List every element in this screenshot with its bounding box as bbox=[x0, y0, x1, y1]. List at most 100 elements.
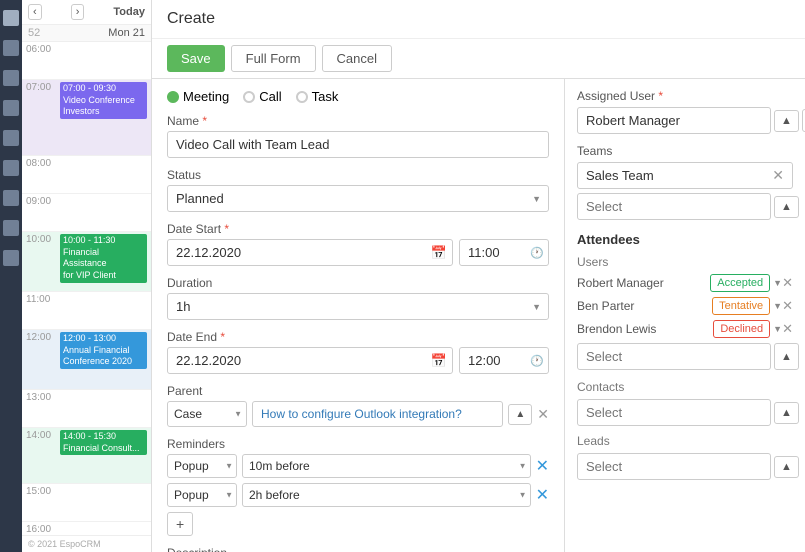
sidebar-icon-dots[interactable] bbox=[3, 250, 19, 266]
time-label-1400: 14:00 bbox=[26, 430, 58, 441]
sidebar-icon-menu[interactable] bbox=[3, 10, 19, 26]
attendees-section: Attendees Users Robert Manager Accepted … bbox=[577, 232, 793, 370]
date-end-label: Date End * bbox=[167, 330, 549, 344]
contacts-select-input[interactable] bbox=[577, 399, 771, 426]
teams-select-row: ▲ bbox=[577, 193, 793, 220]
sidebar-icon-tag[interactable] bbox=[3, 70, 19, 86]
calendar-header: ‹ › Today bbox=[22, 0, 151, 25]
radio-task[interactable]: Task bbox=[296, 89, 339, 104]
calendar-today-button[interactable]: Today bbox=[113, 6, 145, 18]
status-select[interactable]: Planned Held Not Held bbox=[167, 185, 549, 212]
sidebar-icon-mail[interactable] bbox=[3, 160, 19, 176]
attendee-remove-button-0[interactable]: ✕ bbox=[782, 275, 793, 291]
attendee-row-1: Ben Parter Tentative ▼ ✕ bbox=[577, 297, 793, 315]
attendee-remove-button-1[interactable]: ✕ bbox=[782, 298, 793, 314]
reminder-remove-button-1[interactable]: ✕ bbox=[536, 485, 549, 505]
sidebar-icon-grid[interactable] bbox=[3, 40, 19, 56]
reminder-time-select-1[interactable]: 5m before 10m before 15m before 30m befo… bbox=[242, 483, 531, 507]
sidebar-icon-dollar[interactable] bbox=[3, 130, 19, 146]
time-label-1300: 13:00 bbox=[26, 392, 58, 403]
teams-expand-button[interactable]: ▲ bbox=[774, 196, 799, 218]
attendee-row-2: Brendon Lewis Declined ▼ ✕ bbox=[577, 320, 793, 338]
status-chevron-2[interactable]: ▼ bbox=[773, 324, 782, 334]
save-button[interactable]: Save bbox=[167, 45, 225, 72]
teams-section: Teams Sales Team ✕ ▲ bbox=[577, 144, 793, 220]
clock-end-icon[interactable]: 🕐 bbox=[530, 354, 544, 367]
status-chevron-1[interactable]: ▼ bbox=[773, 301, 782, 311]
status-chevron-0[interactable]: ▼ bbox=[773, 278, 782, 288]
reminder-type-wrap-0: Popup Email bbox=[167, 454, 237, 478]
reminder-time-select-0[interactable]: 5m before 10m before 15m before 30m befo… bbox=[242, 454, 531, 478]
cal-time-row: 06:00 bbox=[22, 42, 151, 80]
attendee-remove-button-2[interactable]: ✕ bbox=[782, 321, 793, 337]
radio-group: Meeting Call Task bbox=[167, 89, 549, 104]
calendar-week-num: 52 bbox=[28, 27, 40, 39]
name-input[interactable] bbox=[167, 131, 549, 158]
sidebar-icon-bar-chart[interactable] bbox=[3, 220, 19, 236]
reminder-remove-button-0[interactable]: ✕ bbox=[536, 456, 549, 476]
contacts-sub-label: Contacts bbox=[577, 380, 793, 394]
assigned-user-expand-button[interactable]: ▲ bbox=[774, 110, 799, 132]
radio-dot-meeting bbox=[167, 91, 179, 103]
users-select-row: ▲ bbox=[577, 343, 793, 370]
parent-row: Account Contact Lead Case Opportunity ▲ … bbox=[167, 401, 549, 427]
parent-expand-button[interactable]: ▲ bbox=[508, 404, 532, 425]
calendar-event[interactable]: 14:00 - 15:30Financial Consult... bbox=[60, 430, 147, 455]
radio-call-label: Call bbox=[259, 89, 281, 104]
parent-type-select[interactable]: Account Contact Lead Case Opportunity bbox=[167, 401, 247, 427]
date-start-input[interactable] bbox=[167, 239, 453, 266]
assigned-user-group: Assigned User * ▲ ✕ bbox=[577, 89, 793, 134]
time-label-1600: 16:00 bbox=[26, 524, 58, 535]
calendar-end-icon[interactable]: 📅 bbox=[431, 353, 447, 369]
sidebar-icon-chart[interactable] bbox=[3, 100, 19, 116]
date-end-input[interactable] bbox=[167, 347, 453, 374]
time-label-1200: 12:00 bbox=[26, 332, 58, 343]
add-reminder-button[interactable]: + bbox=[167, 512, 193, 536]
calendar-next-button[interactable]: › bbox=[71, 4, 85, 20]
modal-title: Create bbox=[152, 0, 805, 39]
teams-select-input[interactable] bbox=[577, 193, 771, 220]
calendar-event[interactable]: 07:00 - 09:30Video ConferenceInvestors bbox=[60, 82, 147, 119]
form-right: Assigned User * ▲ ✕ Teams Sales Team ✕ ▲ bbox=[565, 79, 805, 552]
clock-icon[interactable]: 🕐 bbox=[530, 246, 544, 259]
duration-label: Duration bbox=[167, 276, 549, 290]
parent-group: Parent Account Contact Lead Case Opportu… bbox=[167, 384, 549, 427]
assigned-user-input[interactable] bbox=[577, 107, 771, 134]
status-badge-0[interactable]: Accepted bbox=[710, 274, 770, 292]
leads-select-input[interactable] bbox=[577, 453, 771, 480]
reminder-type-select-0[interactable]: Popup Email bbox=[167, 454, 237, 478]
parent-value-input[interactable] bbox=[252, 401, 503, 427]
full-form-button[interactable]: Full Form bbox=[231, 45, 316, 72]
sidebar bbox=[0, 0, 22, 552]
calendar-day-label: Mon 21 bbox=[108, 27, 145, 39]
team-remove-button-0[interactable]: ✕ bbox=[772, 167, 784, 184]
date-start-group: Date Start * 📅 🕐 bbox=[167, 222, 549, 266]
reminders-group: Reminders Popup Email 5m before 10m befo… bbox=[167, 437, 549, 536]
radio-meeting[interactable]: Meeting bbox=[167, 89, 229, 104]
calendar-prev-button[interactable]: ‹ bbox=[28, 4, 42, 20]
leads-section: Leads ▲ bbox=[577, 434, 793, 480]
sidebar-icon-users[interactable] bbox=[3, 190, 19, 206]
radio-call[interactable]: Call bbox=[243, 89, 281, 104]
parent-clear-button[interactable]: ✕ bbox=[537, 406, 549, 423]
status-group: Status Planned Held Not Held bbox=[167, 168, 549, 212]
status-badge-2[interactable]: Declined bbox=[713, 320, 770, 338]
calendar-event[interactable]: 12:00 - 13:00Annual FinancialConference … bbox=[60, 332, 147, 369]
users-select-input[interactable] bbox=[577, 343, 771, 370]
contacts-expand-button[interactable]: ▲ bbox=[774, 402, 799, 424]
calendar-event[interactable]: 10:00 - 11:30Financial Assistancefor VIP… bbox=[60, 234, 147, 283]
reminder-type-select-1[interactable]: Popup Email bbox=[167, 483, 237, 507]
cal-time-row: 08:00 bbox=[22, 156, 151, 194]
cal-time-row: 09:00 bbox=[22, 194, 151, 232]
status-label: Status bbox=[167, 168, 549, 182]
calendar-icon[interactable]: 📅 bbox=[431, 245, 447, 261]
assigned-user-label: Assigned User * bbox=[577, 89, 793, 103]
duration-select[interactable]: 30m 1h 1h 30m 2h bbox=[167, 293, 549, 320]
users-expand-button[interactable]: ▲ bbox=[774, 343, 799, 370]
cal-time-row: 07:00 07:00 - 09:30Video ConferenceInves… bbox=[22, 80, 151, 156]
leads-expand-button[interactable]: ▲ bbox=[774, 456, 799, 478]
cal-time-row: 11:00 bbox=[22, 292, 151, 330]
status-badge-1[interactable]: Tentative bbox=[712, 297, 770, 315]
cancel-button[interactable]: Cancel bbox=[322, 45, 392, 72]
time-label-0900: 09:00 bbox=[26, 196, 58, 207]
